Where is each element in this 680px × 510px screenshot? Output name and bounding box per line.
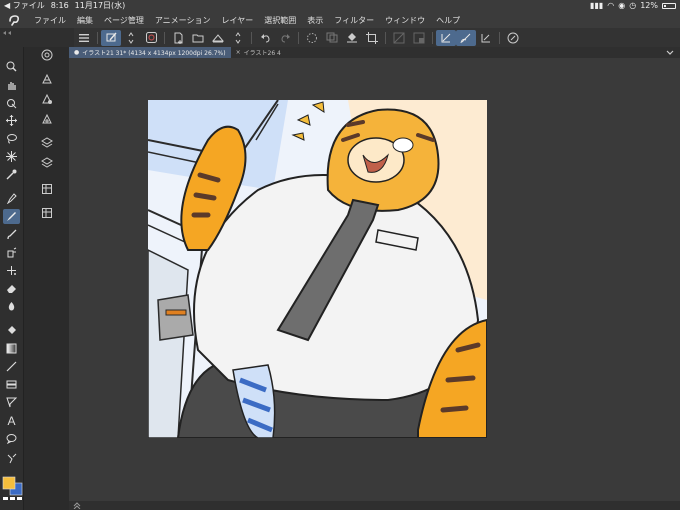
gradient-icon[interactable] <box>3 341 20 356</box>
toolbar-divider <box>164 31 165 44</box>
menu-edit[interactable]: 編集 <box>77 15 93 26</box>
eyedropper-icon[interactable] <box>3 167 20 182</box>
location-icon: ◉ <box>618 1 626 10</box>
menu-view[interactable]: 表示 <box>307 15 323 26</box>
clip-studio-icon[interactable] <box>141 30 161 46</box>
airbrush-icon[interactable] <box>3 245 20 260</box>
lasso-icon[interactable] <box>3 131 20 146</box>
toolbar-divider <box>499 31 500 44</box>
redo-icon[interactable] <box>275 30 295 46</box>
sub-tool-icon-2[interactable] <box>38 91 56 107</box>
snap-grid-icon[interactable] <box>476 30 496 46</box>
pencil-icon[interactable] <box>3 209 20 224</box>
frame-border-icon[interactable] <box>3 377 20 392</box>
crop-icon[interactable] <box>362 30 382 46</box>
toolbar-divider <box>432 31 433 44</box>
tab-illust-26[interactable]: × イラスト26 4 <box>231 47 286 58</box>
tab-illust-21[interactable]: ● イラスト21 31* (4134 x 4134px 1200dpi 26.7… <box>69 47 231 58</box>
move-layer-icon[interactable] <box>3 113 20 128</box>
status-indicators: ▮▮▮ ◠ ◉ ◷ 12% <box>590 0 676 12</box>
menu-icon[interactable] <box>74 30 94 46</box>
toolbar-divider <box>97 31 98 44</box>
command-bar <box>0 28 680 47</box>
menu-layer[interactable]: レイヤー <box>222 15 254 26</box>
zoom-icon[interactable] <box>3 59 20 74</box>
menu-window[interactable]: ウィンドウ <box>385 15 425 26</box>
object-select-icon[interactable] <box>3 96 20 111</box>
sub-tool-icon-5[interactable] <box>38 155 56 171</box>
figure-icon[interactable] <box>3 359 20 374</box>
sub-tool-menu-icon[interactable] <box>38 47 56 63</box>
menu-filter[interactable]: フィルター <box>334 15 374 26</box>
menu-animation[interactable]: アニメーション <box>155 15 211 26</box>
menu-help[interactable]: ヘルプ <box>436 15 460 26</box>
menu-file[interactable]: ファイル <box>34 15 66 26</box>
text-icon[interactable]: A <box>3 413 20 428</box>
alarm-icon: ◷ <box>629 1 637 10</box>
loading-icon[interactable] <box>302 30 322 46</box>
invert-selection-icon[interactable] <box>409 30 429 46</box>
tab-label: イラスト21 31* (4134 x 4134px 1200dpi 26.7%) <box>82 50 226 57</box>
fill-bucket-icon[interactable] <box>3 323 20 338</box>
undo-icon[interactable] <box>255 30 275 46</box>
copy-layer-icon[interactable] <box>322 30 342 46</box>
sub-tool-icon-3[interactable] <box>38 111 56 127</box>
time: 8:16 <box>50 1 69 10</box>
bottom-bar <box>69 501 680 510</box>
blend-icon[interactable] <box>3 299 20 314</box>
sub-tool-icon-1[interactable] <box>38 71 56 87</box>
dropdown-arrows-icon[interactable] <box>228 30 248 46</box>
ios-status-bar: ◀ ファイル 8:16 11月17日(水) ▮▮▮ ◠ ◉ ◷ 12% <box>0 0 680 12</box>
toolbar-divider <box>385 31 386 44</box>
toolbar-corner <box>0 28 74 47</box>
sub-tool-icon-4[interactable] <box>38 135 56 151</box>
hand-icon[interactable] <box>3 78 20 93</box>
brush-icon[interactable] <box>3 227 20 242</box>
canvas-artwork[interactable] <box>148 100 487 438</box>
menu-bar: ファイル 編集 ページ管理 アニメーション レイヤー 選択範囲 表示 フィルター… <box>0 12 680 28</box>
auto-select-icon[interactable] <box>3 149 20 164</box>
decoration-icon[interactable] <box>3 263 20 278</box>
tab-dot-icon: ● <box>74 49 80 56</box>
menu-page[interactable]: ページ管理 <box>104 15 144 26</box>
menu-selection[interactable]: 選択範囲 <box>264 15 296 26</box>
date: 11月17日(水) <box>74 1 126 10</box>
back-app-label[interactable]: ◀ ファイル <box>4 0 45 12</box>
new-file-icon[interactable] <box>168 30 188 46</box>
clear-selection-icon[interactable] <box>389 30 409 46</box>
correct-line-icon[interactable] <box>3 451 20 466</box>
pen-icon[interactable] <box>3 191 20 206</box>
signal-icon: ▮▮▮ <box>590 1 604 10</box>
toolbar-divider <box>298 31 299 44</box>
edit-mode-icon[interactable] <box>101 29 121 46</box>
chevron-down-icon[interactable] <box>666 47 674 58</box>
balloon-icon[interactable] <box>3 431 20 446</box>
canvas-tab-strip: ● イラスト21 31* (4134 x 4134px 1200dpi 26.7… <box>69 47 680 58</box>
save-icon[interactable] <box>208 30 228 46</box>
snap-ruler-icon[interactable] <box>436 29 456 46</box>
sub-tool-icon-6[interactable] <box>38 181 56 197</box>
open-folder-icon[interactable] <box>188 30 208 46</box>
battery-percent: 12% <box>640 1 658 10</box>
fill-icon[interactable] <box>342 30 362 46</box>
switch-arrows-icon[interactable] <box>121 30 141 46</box>
close-icon[interactable]: × <box>236 49 241 56</box>
sub-tool-icon-7[interactable] <box>38 205 56 221</box>
battery-icon <box>662 3 676 9</box>
eraser-icon[interactable] <box>3 281 20 296</box>
quick-access-icon[interactable] <box>503 30 523 46</box>
clip-studio-logo-icon[interactable] <box>6 13 22 27</box>
snap-special-ruler-icon[interactable] <box>456 29 476 46</box>
ruler-icon[interactable] <box>3 395 20 410</box>
clip-studio-window: ◀ ファイル 8:16 11月17日(水) ▮▮▮ ◠ ◉ ◷ 12% ファイル… <box>0 0 680 510</box>
toolbar-divider <box>251 31 252 44</box>
back-app-text: ファイル <box>12 1 45 10</box>
sub-tool-palette <box>23 47 69 510</box>
wifi-icon: ◠ <box>607 1 615 10</box>
tool-palette: A <box>0 47 23 510</box>
tab-label: イラスト26 4 <box>243 50 281 57</box>
